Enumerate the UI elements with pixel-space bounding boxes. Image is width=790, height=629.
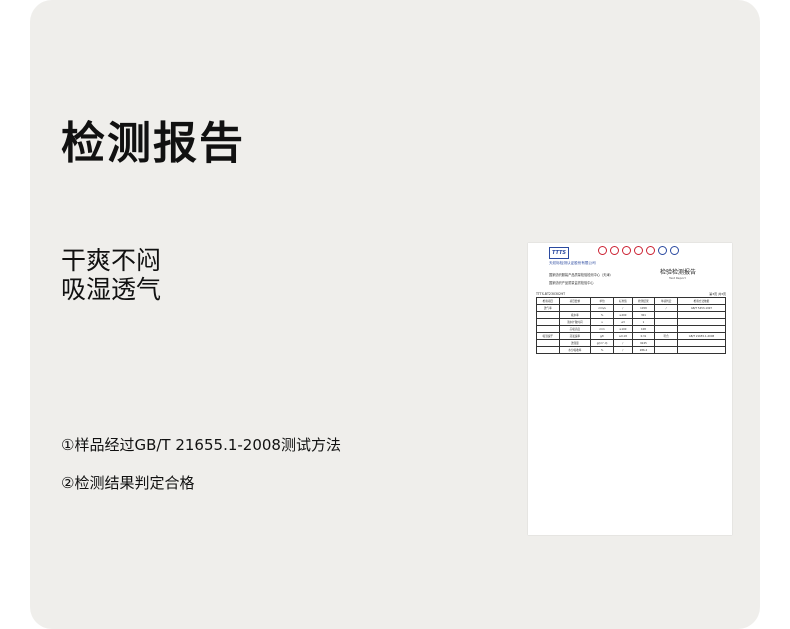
table-cell [536, 346, 560, 354]
report-page: 第3页 共3页 [709, 292, 726, 296]
table-cell: / [654, 304, 678, 312]
table-header-cell: 单位 [590, 297, 615, 305]
table-row: 吸湿速干 蒸发速率 g/h ≥0.18 0.31 符合 GB/T 21655.1-2008 [536, 332, 727, 340]
table-cell [536, 339, 560, 347]
report-org-name: 天纺标检测认证股份有限公司 [549, 261, 596, 265]
table-row: 吸水率% ≥200 301 [536, 311, 727, 319]
table-cell: mm [590, 325, 615, 333]
table-cell: mm/s [590, 304, 615, 312]
seal-mark-icon [646, 246, 655, 255]
table-cell [654, 325, 678, 333]
table-cell: % [590, 346, 615, 354]
test-report-image: TTTS 天纺标检测认证股份有限公司 国家纺织服装产品质量检验检测中心（天津） … [528, 243, 732, 535]
table-cell: ≤3 [613, 318, 633, 326]
table-cell: 透湿量 [558, 339, 592, 347]
table-cell: 吸水率 [558, 311, 592, 319]
table-header-cell: 检测结果 [631, 297, 656, 305]
table-cell: g/h [590, 332, 615, 340]
cnas-mark-icon [670, 246, 679, 255]
table-cell: ≥200 [613, 311, 633, 319]
table-header-cell: 单项判定 [654, 297, 678, 305]
report-title-en: Test Report [669, 276, 686, 280]
table-row: 水分吸收率%/286.4 [536, 346, 727, 354]
table-cell: 9245 [631, 339, 656, 347]
table-cell: 286.4 [631, 346, 656, 354]
table-row: 透湿量 g/(m²·d)/9245 [536, 339, 727, 347]
report-number: TTTS-BT2303029T [536, 292, 566, 296]
table-cell [676, 311, 727, 319]
table-cell: 0.31 [631, 332, 656, 340]
table-cell [536, 318, 560, 326]
table-cell: 吸湿速干 [536, 332, 560, 340]
table-cell: / [613, 339, 633, 347]
cma-mark-icon [634, 246, 643, 255]
table-row: 滴水扩散时间 s ≤3 1 [536, 318, 727, 326]
note-list: ①样品经过GB/T 21655.1-2008测试方法 ②检测结果判定合格 [61, 434, 341, 510]
table-cell: 水分吸收率 [558, 346, 592, 354]
feature-item: 干爽不闷 [61, 246, 162, 275]
table-cell: GB/T 21655.1-2008 [676, 332, 727, 340]
table-cell: 蒸发速率 [558, 332, 592, 340]
table-cell [558, 304, 592, 312]
ilac-mark-icon [658, 246, 667, 255]
table-cell [676, 339, 727, 347]
table-cell: s [590, 318, 615, 326]
table-header-cell: 项目要求 [558, 297, 592, 305]
table-cell: 1058 [631, 304, 656, 312]
table-cell [654, 346, 678, 354]
table-header-cell: 标准值 [613, 297, 633, 305]
table-cell: GB/T 5453-1997 [676, 304, 727, 312]
table-header-cell: 检验方法依据 [676, 297, 727, 305]
table-cell: g/(m²·d) [590, 339, 615, 347]
report-title: 检验检测报告 [660, 269, 697, 276]
table-cell: 1 [631, 318, 656, 326]
table-header-row: 检验项目 项目要求 单位 标准值 检测结果 单项判定 检验方法依据 [536, 297, 727, 305]
note-item: ①样品经过GB/T 21655.1-2008测试方法 [61, 436, 341, 454]
note-item: ②检测结果判定合格 [61, 474, 195, 492]
table-cell [676, 325, 727, 333]
table-cell: 301 [631, 311, 656, 319]
table-cell [536, 325, 560, 333]
table-row: 芯吸高度 mm ≥100 108 [536, 325, 727, 333]
cal-mark-icon [610, 246, 619, 255]
page-title: 检测报告 [61, 118, 245, 169]
table-cell: 108 [631, 325, 656, 333]
feature-list: 干爽不闷 吸湿透气 [61, 246, 161, 304]
table-header-cell: 检验项目 [536, 297, 560, 305]
table-cell: 滴水扩散时间 [558, 318, 592, 326]
tts-logo: TTTS [549, 247, 569, 259]
report-table: 检验项目 项目要求 单位 标准值 检测结果 单项判定 检验方法依据 透气率 mm/… [536, 297, 727, 354]
table-row: 透气率 mm/s/1058/GB/T 5453-1997 [536, 304, 727, 312]
table-cell [676, 346, 727, 354]
certification-marks [598, 246, 679, 255]
table-cell: / [613, 304, 633, 312]
table-cell [654, 339, 678, 347]
table-cell: / [613, 346, 633, 354]
cal-mark-icon [622, 246, 631, 255]
table-cell: 符合 [654, 332, 678, 340]
report-center-name: 国家纺织服装产品质量检验检测中心（天津） [549, 273, 613, 277]
table-cell: % [590, 311, 615, 319]
table-cell [676, 318, 727, 326]
table-cell [654, 311, 678, 319]
feature-item: 吸湿透气 [61, 275, 162, 304]
report-center-name-2: 国家纺织产品质量监督检验中心 [549, 281, 594, 285]
table-cell: ≥0.18 [613, 332, 633, 340]
cma-mark-icon [598, 246, 607, 255]
table-cell [654, 318, 678, 326]
table-cell: ≥100 [613, 325, 633, 333]
table-cell: 透气率 [536, 304, 560, 312]
table-cell: 芯吸高度 [558, 325, 592, 333]
table-cell [536, 311, 560, 319]
